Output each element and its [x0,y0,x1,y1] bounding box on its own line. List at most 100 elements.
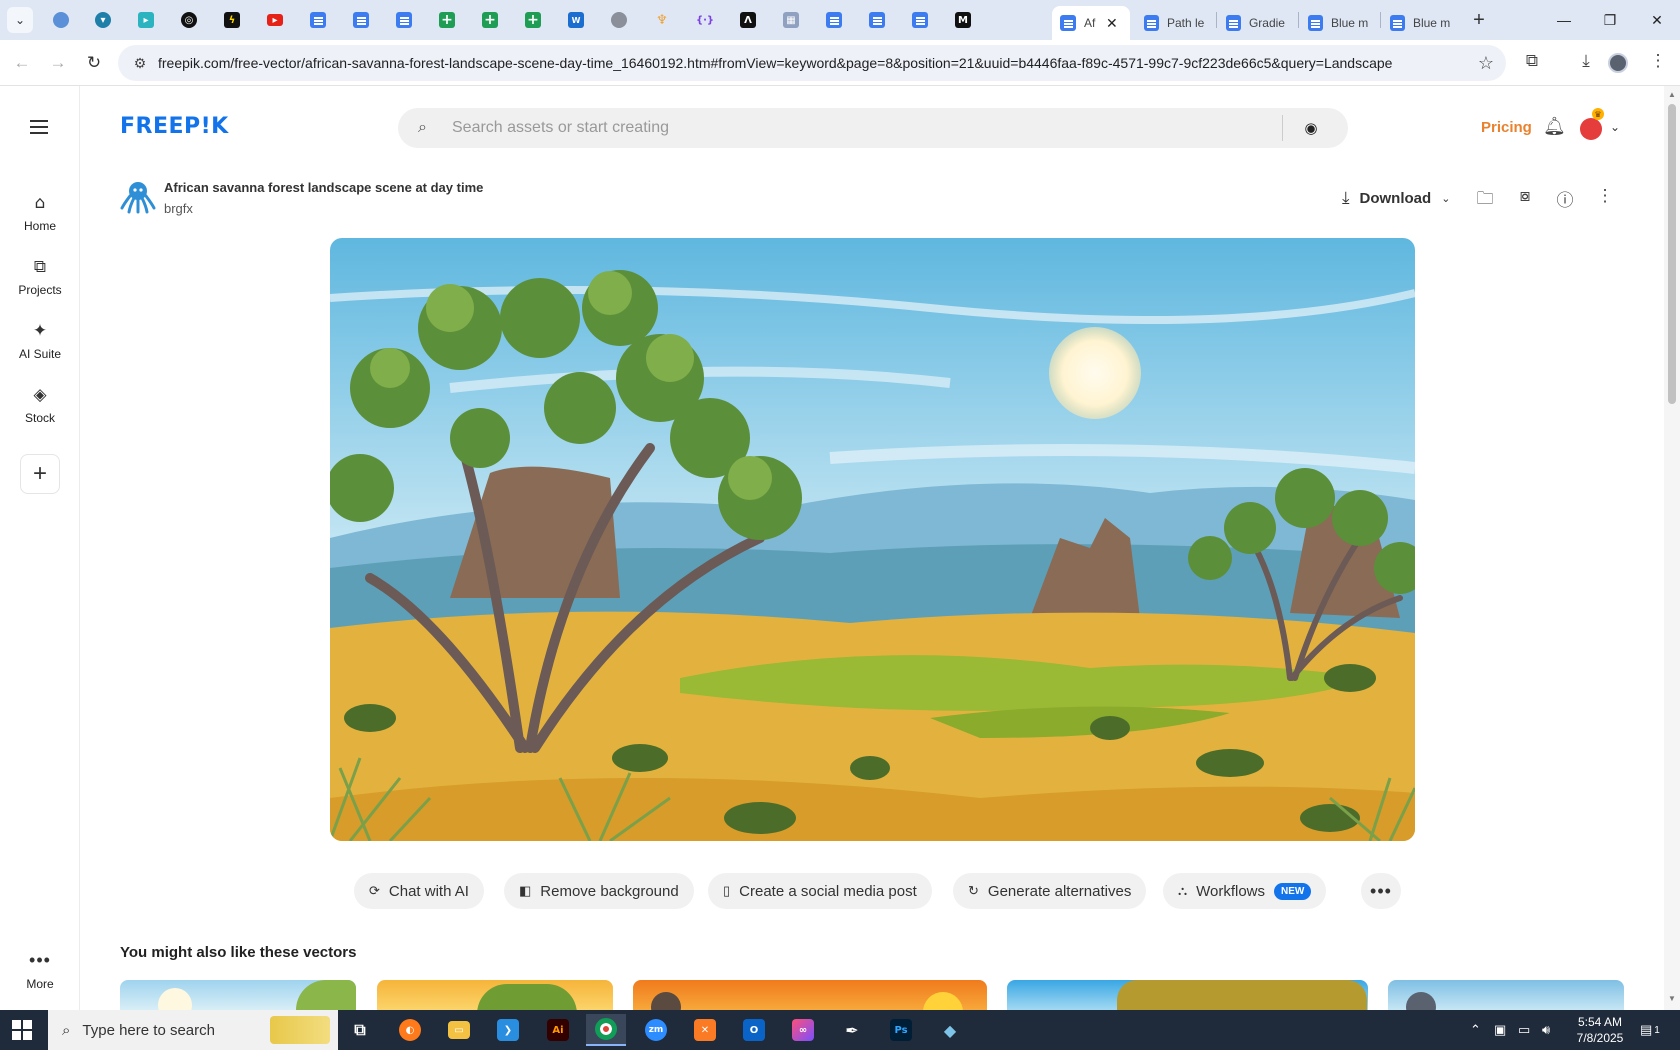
related-thumbnail[interactable] [1007,980,1368,1010]
close-window-icon[interactable]: ✕ [1634,0,1680,40]
hamburger-menu-icon[interactable] [30,120,48,134]
create-social-post-button[interactable]: ▯ Create a social media post [708,873,932,909]
task-view-icon[interactable]: ⧉ [340,1014,380,1046]
tab-pinned-11[interactable] [467,0,513,40]
scrollbar-thumb[interactable] [1668,104,1676,404]
restore-icon[interactable]: ❐ [1587,0,1633,40]
page-scrollbar[interactable]: ▲ ▼ [1664,86,1680,1010]
chrome-taskbar-icon[interactable] [586,1014,626,1046]
scroll-down-icon[interactable]: ▼ [1668,994,1676,1003]
vscode-taskbar-icon[interactable]: ❯ [488,1014,528,1046]
reload-icon[interactable]: ↻ [80,49,108,77]
sidebar-item-stock[interactable]: ◈ Stock [0,384,80,425]
tab-pinned-4[interactable]: ◎ [166,0,212,40]
remove-background-button[interactable]: ◧ Remove background [504,873,694,909]
search-input[interactable] [452,119,1272,137]
tab-pinned-17[interactable]: Λ [725,0,771,40]
browser-menu-icon[interactable]: ⋮ [1646,51,1670,71]
sidebar-item-home[interactable]: ⌂ Home [0,192,80,233]
url-text[interactable]: freepik.com/free-vector/african-savanna-… [158,55,1458,71]
pen-tool-taskbar-icon[interactable]: ✒ [832,1014,872,1046]
bookmark-star-icon[interactable]: ☆ [1478,53,1494,74]
more-actions-button[interactable]: ••• [1361,873,1401,909]
firefox-taskbar-icon[interactable]: ◐ [390,1014,430,1046]
author-octopus-logo[interactable] [120,178,156,214]
camera-search-icon[interactable]: ◉ [1283,119,1339,137]
downloads-icon[interactable]: ⤓ [1574,51,1598,71]
edit-image-icon[interactable]: ⧇ [1513,186,1537,210]
user-avatar[interactable] [1580,118,1602,140]
tab-gradient[interactable]: Gradie [1218,6,1298,40]
add-to-collection-icon[interactable]: 🗀︎ [1473,186,1497,210]
back-icon[interactable]: ← [8,49,36,77]
related-thumbnail[interactable] [120,980,356,1010]
forward-icon[interactable]: → [44,49,72,77]
info-icon[interactable]: ⓘ [1553,186,1577,210]
xampp-taskbar-icon[interactable]: ✕ [685,1014,725,1046]
related-thumbnail[interactable] [1388,980,1624,1010]
app-taskbar-icon[interactable]: ◆ [930,1014,970,1046]
more-options-icon[interactable]: ⋮ [1593,186,1617,210]
tab-pinned-8[interactable] [338,0,384,40]
tray-network-icon[interactable]: ▣ [1494,1010,1506,1050]
notification-bell-icon[interactable]: 🔔︎ [1543,116,1566,137]
zoom-taskbar-icon[interactable]: zm [636,1014,676,1046]
address-bar[interactable]: ⚙ freepik.com/free-vector/african-savann… [118,45,1506,81]
taskbar-clock[interactable]: 5:54 AM 7/8/2025 [1560,1014,1640,1046]
sidebar-item-ai-suite[interactable]: ✦ AI Suite [0,320,80,361]
add-button[interactable]: + [20,454,60,494]
chevron-down-icon[interactable]: ⌄ [1610,120,1620,134]
sidebar-item-more[interactable]: ••• More [0,950,80,991]
tab-pinned-6[interactable]: ▸ [252,0,298,40]
tab-pinned-5[interactable]: ϟ [209,0,255,40]
pricing-link[interactable]: Pricing [1481,119,1532,136]
tab-pinned-1[interactable] [38,0,84,40]
browser-profile-avatar[interactable] [1608,53,1628,73]
file-explorer-taskbar-icon[interactable]: ▭ [439,1014,479,1046]
taskbar-search-box[interactable]: ⌕ Type here to search [48,1010,338,1050]
notification-center-icon[interactable]: ▤ 1 [1640,1010,1660,1050]
close-tab-icon[interactable]: ✕ [1106,15,1118,32]
new-tab-button[interactable]: + [1466,7,1492,33]
tab-blue-2[interactable]: Blue m [1382,6,1462,40]
photoshop-taskbar-icon[interactable]: Ps [881,1014,921,1046]
tab-pinned-19[interactable] [811,0,857,40]
sidebar-item-projects[interactable]: ⧉ Projects [0,256,80,297]
tab-pinned-13[interactable]: W [553,0,599,40]
tab-search-icon[interactable]: ⌄ [7,7,33,33]
outlook-taskbar-icon[interactable]: O [734,1014,774,1046]
tray-volume-icon[interactable]: 🔊︎ [1542,1010,1550,1050]
tab-pinned-7[interactable] [295,0,341,40]
tray-display-icon[interactable]: ▭ [1518,1010,1530,1050]
chat-with-ai-button[interactable]: ⟳ Chat with AI [354,873,484,909]
windows-start-icon[interactable] [12,1020,32,1040]
tab-path[interactable]: Path le [1136,6,1216,40]
illustrator-taskbar-icon[interactable]: Ai [538,1014,578,1046]
asset-preview-image[interactable] [330,238,1415,841]
tab-pinned-21[interactable] [897,0,943,40]
tab-pinned-2[interactable]: ▾ [80,0,126,40]
generate-alternatives-button[interactable]: ↻ Generate alternatives [953,873,1147,909]
tab-pinned-15[interactable]: ♆ [639,0,685,40]
asset-author[interactable]: brgfx [164,201,193,216]
tab-pinned-12[interactable] [510,0,556,40]
tab-pinned-3[interactable]: ▸ [123,0,169,40]
site-info-icon[interactable]: ⚙ [122,55,158,72]
creative-cloud-taskbar-icon[interactable]: ∞ [783,1014,823,1046]
tab-pinned-16[interactable]: {·} [682,0,728,40]
tab-pinned-14[interactable] [596,0,642,40]
tab-pinned-9[interactable] [381,0,427,40]
scroll-up-icon[interactable]: ▲ [1668,90,1676,99]
related-thumbnail[interactable] [377,980,613,1010]
tab-pinned-20[interactable] [854,0,900,40]
tab-pinned-18[interactable]: ▦ [768,0,814,40]
minimize-icon[interactable]: — [1541,0,1587,40]
related-thumbnail[interactable] [633,980,987,1010]
freepik-logo[interactable]: FREEP!K [120,114,229,139]
workflows-button[interactable]: ⛬ Workflows NEW [1163,873,1327,909]
tab-pinned-10[interactable] [424,0,470,40]
tab-blue-1[interactable]: Blue m [1300,6,1380,40]
tray-chevron-icon[interactable]: ⌃ [1470,1010,1481,1050]
download-button[interactable]: ⤓ Download ⌄ [1342,186,1450,210]
tab-active[interactable]: Af ✕ [1052,6,1130,40]
